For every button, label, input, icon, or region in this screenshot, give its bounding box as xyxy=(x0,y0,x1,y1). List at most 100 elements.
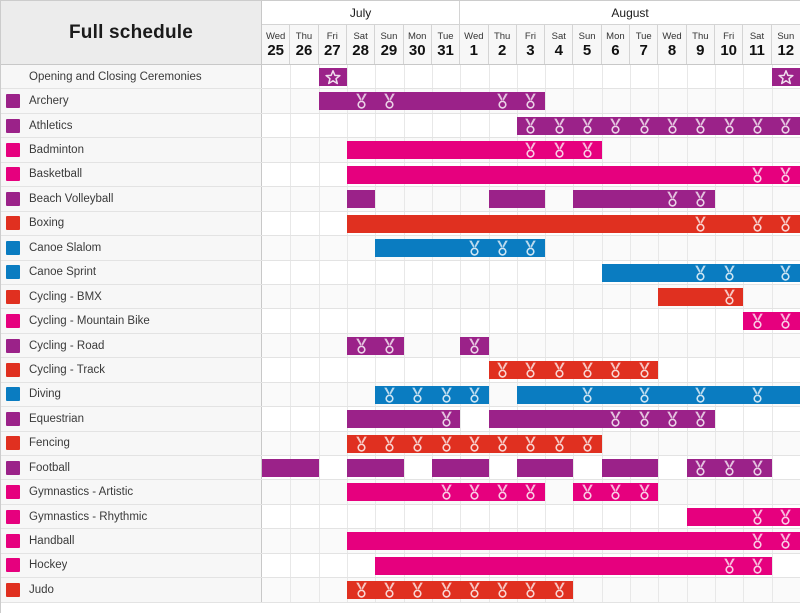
sport-label-cell[interactable]: Cycling - Road xyxy=(1,333,262,358)
schedule-bar[interactable] xyxy=(601,459,659,477)
schedule-row[interactable]: Judo xyxy=(1,578,800,603)
sport-label-cell[interactable]: Hockey xyxy=(1,553,262,578)
schedule-row[interactable]: Hockey xyxy=(1,553,800,579)
date-column-july-25[interactable]: Wed 25 xyxy=(262,25,291,64)
schedule-row[interactable]: Basketball xyxy=(1,162,800,188)
schedule-bar[interactable] xyxy=(262,459,319,477)
schedule-row[interactable]: Archery xyxy=(1,89,800,114)
date-column-july-29[interactable]: Sun 29 xyxy=(375,25,404,64)
medal-icon xyxy=(432,483,460,501)
schedule-bar[interactable] xyxy=(601,263,800,282)
schedule-bar[interactable] xyxy=(573,483,659,502)
date-column-july-28[interactable]: Sat 28 xyxy=(346,25,376,64)
sport-label-cell[interactable]: Basketball xyxy=(1,162,262,187)
date-column-august-5[interactable]: Sun 5 xyxy=(573,25,602,64)
sport-label-cell[interactable]: Boxing xyxy=(1,211,262,236)
date-column-august-2[interactable]: Thu 2 xyxy=(488,25,517,64)
schedule-bar[interactable] xyxy=(460,336,489,355)
sport-label-cell[interactable]: Fencing xyxy=(1,431,262,455)
schedule-bar[interactable] xyxy=(346,532,800,551)
schedule-bar[interactable] xyxy=(346,483,546,502)
grid-line xyxy=(346,358,348,382)
ceremony-marker[interactable] xyxy=(318,68,347,86)
sport-label-cell[interactable]: Beach Volleyball xyxy=(1,187,262,211)
schedule-row[interactable]: Cycling - Track xyxy=(1,358,800,383)
date-column-august-9[interactable]: Thu 9 xyxy=(686,25,715,64)
schedule-bar[interactable] xyxy=(346,459,404,477)
sport-label-cell[interactable]: Diving xyxy=(1,382,262,407)
date-column-august-6[interactable]: Mon 6 xyxy=(601,25,631,64)
schedule-row[interactable]: Cycling - Mountain Bike xyxy=(1,309,800,334)
ceremony-marker[interactable] xyxy=(771,68,800,86)
schedule-bar[interactable] xyxy=(346,214,800,233)
schedule-bar[interactable] xyxy=(516,385,800,404)
sport-label-cell[interactable]: Judo xyxy=(1,578,262,602)
sport-label-cell[interactable]: Opening and Closing Ceremonies xyxy=(1,65,262,89)
schedule-bar[interactable] xyxy=(658,287,744,306)
schedule-row[interactable]: Gymnastics - Artistic xyxy=(1,480,800,505)
schedule-bar[interactable] xyxy=(346,581,574,600)
schedule-row[interactable]: Fencing xyxy=(1,431,800,456)
schedule-row[interactable]: Opening and Closing Ceremonies xyxy=(1,65,800,90)
schedule-bar[interactable] xyxy=(346,434,602,453)
date-column-august-8[interactable]: Wed 8 xyxy=(658,25,687,64)
schedule-row[interactable]: Canoe Sprint xyxy=(1,260,800,285)
schedule-row[interactable]: Equestrian xyxy=(1,407,800,432)
schedule-bar[interactable] xyxy=(686,459,772,477)
sport-label-cell[interactable]: Football xyxy=(1,456,262,480)
schedule-bar[interactable] xyxy=(573,190,716,209)
date-column-july-27[interactable]: Fri 27 xyxy=(318,25,347,64)
date-column-august-12[interactable]: Sun 12 xyxy=(771,25,800,64)
schedule-row[interactable]: Football xyxy=(1,456,800,481)
sport-label-cell[interactable]: Cycling - Track xyxy=(1,358,262,382)
schedule-row[interactable]: Diving xyxy=(1,382,800,408)
sport-label-cell[interactable]: Handball xyxy=(1,529,262,553)
grid-line xyxy=(460,358,462,382)
schedule-row[interactable]: Boxing xyxy=(1,211,800,237)
date-column-august-11[interactable]: Sat 11 xyxy=(743,25,772,64)
schedule-bar[interactable] xyxy=(318,92,546,111)
schedule-row[interactable]: Canoe Slalom xyxy=(1,236,800,261)
schedule-row[interactable]: Beach Volleyball xyxy=(1,187,800,212)
schedule-bar[interactable] xyxy=(375,556,772,575)
date-column-july-26[interactable]: Thu 26 xyxy=(290,25,319,64)
date-column-august-10[interactable]: Fri 10 xyxy=(715,25,744,64)
sport-label-cell[interactable]: Canoe Slalom xyxy=(1,236,262,260)
date-column-july-31[interactable]: Tue 31 xyxy=(431,25,461,64)
schedule-row[interactable]: Cycling - BMX xyxy=(1,284,800,310)
schedule-row[interactable]: Athletics xyxy=(1,113,800,139)
schedule-bar[interactable] xyxy=(346,141,602,160)
date-column-august-7[interactable]: Tue 7 xyxy=(630,25,659,64)
schedule-bar[interactable] xyxy=(431,459,489,477)
schedule-bar[interactable] xyxy=(346,190,376,209)
sport-label-cell[interactable]: Canoe Sprint xyxy=(1,260,262,284)
sport-label-cell[interactable]: Gymnastics - Artistic xyxy=(1,480,262,504)
date-column-august-3[interactable]: Fri 3 xyxy=(516,25,546,64)
schedule-row[interactable]: Gymnastics - Rhythmic xyxy=(1,504,800,530)
schedule-bar[interactable] xyxy=(488,190,546,209)
date-column-august-4[interactable]: Sat 4 xyxy=(545,25,574,64)
schedule-bar[interactable] xyxy=(488,410,716,429)
sport-label-cell[interactable]: Cycling - Mountain Bike xyxy=(1,309,262,333)
schedule-bar[interactable] xyxy=(346,165,800,184)
date-column-august-1[interactable]: Wed 1 xyxy=(460,25,489,64)
schedule-bar[interactable] xyxy=(488,361,659,380)
schedule-bar[interactable] xyxy=(516,459,574,477)
schedule-row[interactable]: Handball xyxy=(1,529,800,554)
schedule-bar[interactable] xyxy=(375,239,546,258)
sport-label-cell[interactable]: Athletics xyxy=(1,113,262,138)
sport-label-cell[interactable]: Badminton xyxy=(1,138,262,162)
date-column-july-30[interactable]: Mon 30 xyxy=(403,25,432,64)
schedule-bar[interactable] xyxy=(516,116,800,135)
schedule-row[interactable]: Badminton xyxy=(1,138,800,163)
schedule-bar[interactable] xyxy=(346,336,404,355)
schedule-row[interactable]: Cycling - Road xyxy=(1,333,800,359)
schedule-bar[interactable] xyxy=(686,507,800,526)
sport-label-cell[interactable]: Equestrian xyxy=(1,407,262,431)
schedule-bar[interactable] xyxy=(375,385,489,404)
sport-label-cell[interactable]: Archery xyxy=(1,89,262,113)
schedule-bar[interactable] xyxy=(346,410,461,429)
schedule-bar[interactable] xyxy=(743,312,800,331)
sport-label-cell[interactable]: Gymnastics - Rhythmic xyxy=(1,504,262,529)
sport-label-cell[interactable]: Cycling - BMX xyxy=(1,284,262,309)
